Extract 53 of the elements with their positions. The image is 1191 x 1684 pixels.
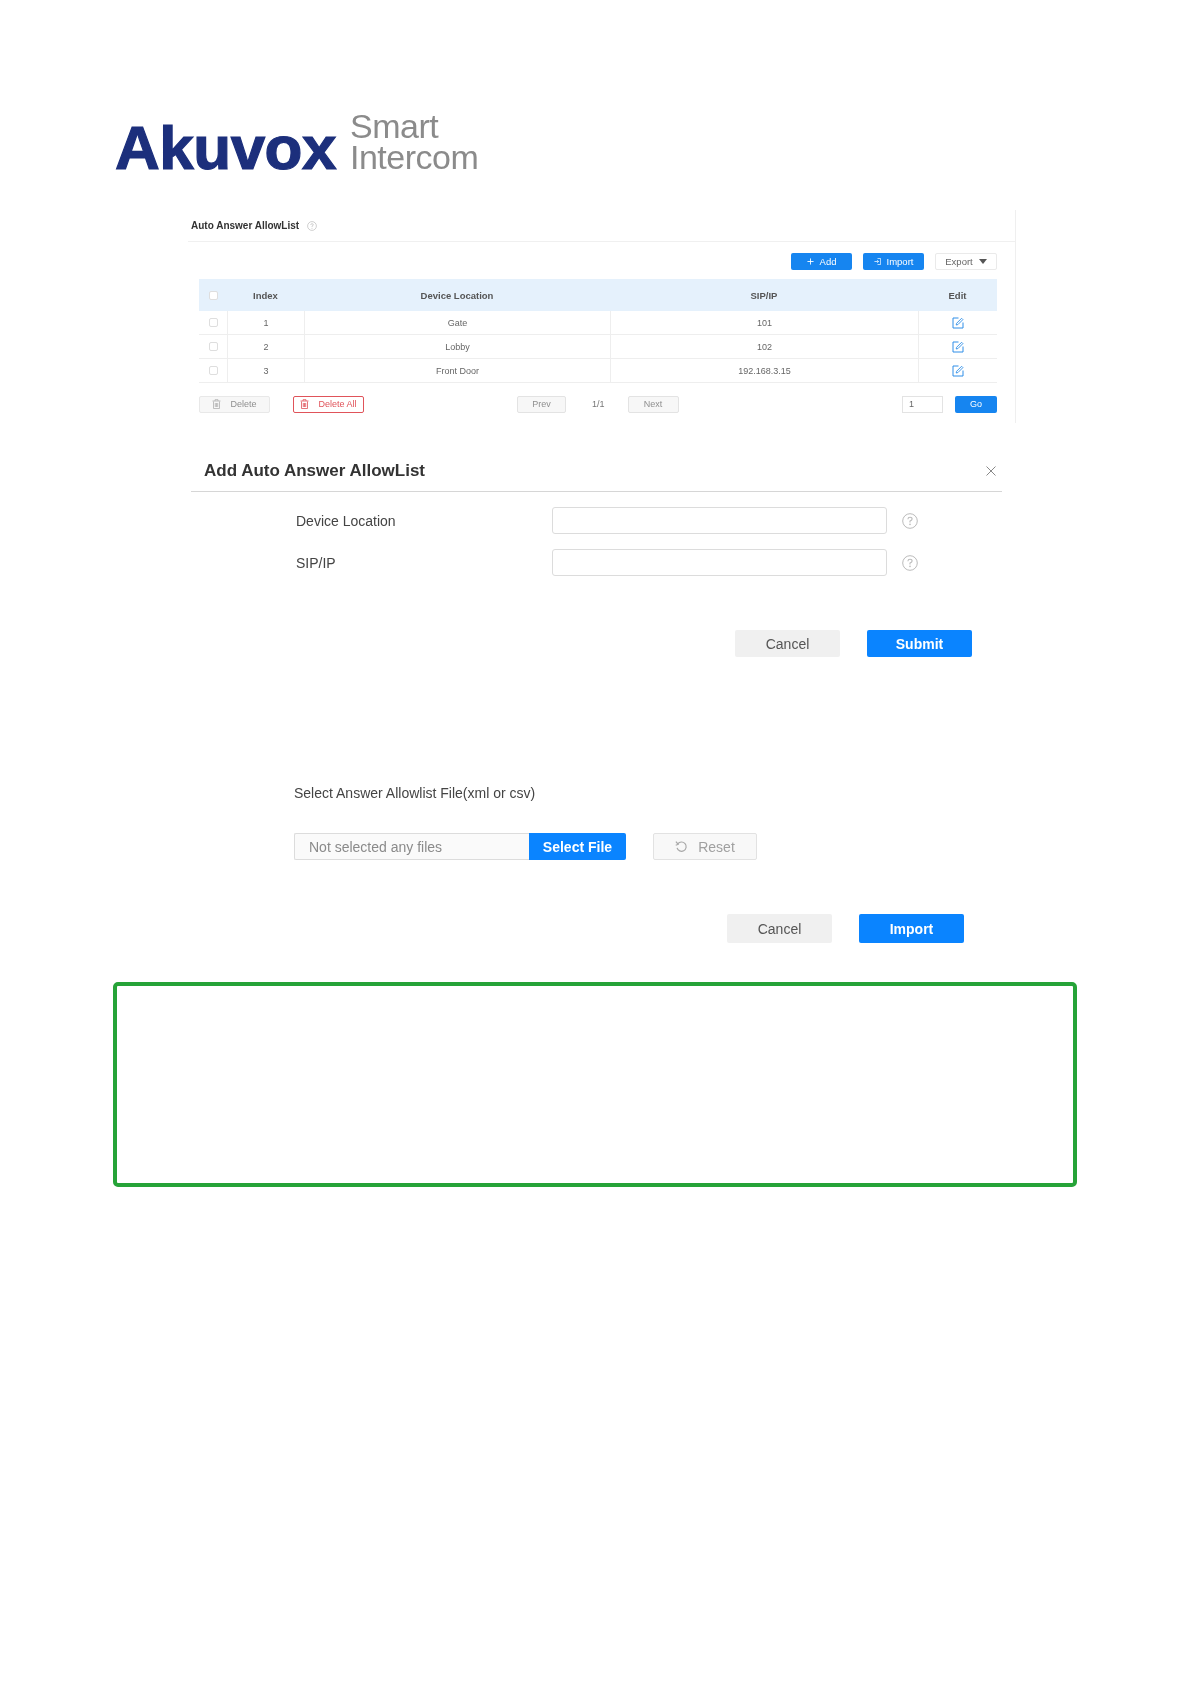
table-cell: 1 — [227, 311, 304, 334]
help-icon[interactable] — [902, 512, 918, 529]
help-icon[interactable] — [902, 554, 918, 571]
column-header: SIP/IP — [749, 289, 779, 301]
input-field[interactable] — [552, 549, 887, 576]
checkbox[interactable] — [208, 366, 218, 375]
caret-icon — [978, 259, 987, 264]
checkbox[interactable] — [208, 318, 218, 327]
checkbox[interactable] — [208, 290, 218, 300]
column-header: Edit — [947, 289, 968, 301]
confirm-button[interactable]: Submit — [867, 630, 972, 657]
panel-title: Auto Answer AllowList — [191, 220, 300, 231]
trash-icon — [212, 399, 222, 409]
add-button[interactable]: Add — [791, 253, 852, 270]
logo-tagline: Smart — [349, 111, 439, 142]
field-label: Device Location — [296, 512, 396, 529]
close-icon[interactable] — [986, 465, 996, 476]
checkbox[interactable] — [208, 342, 218, 351]
field-label: SIP/IP — [296, 554, 336, 571]
table-cell: 102 — [610, 335, 918, 358]
import-confirm-button[interactable]: Import — [859, 914, 964, 943]
import-button[interactable]: Import — [863, 253, 924, 270]
dialog-title: Add Auto Answer AllowList — [204, 460, 425, 481]
help-icon[interactable] — [307, 220, 318, 231]
export-button[interactable]: Export — [935, 253, 997, 270]
table-cell: 101 — [610, 311, 918, 334]
go-button[interactable]: Go — [955, 395, 997, 413]
column-header: Device Location — [419, 289, 495, 301]
plus-icon — [806, 258, 814, 265]
page-count: 1/1 — [592, 399, 605, 409]
table-cell: Front Door — [304, 359, 610, 382]
edit-icon[interactable] — [952, 364, 964, 377]
table-cell: 2 — [227, 335, 304, 358]
delete-all-button[interactable]: Delete All — [293, 395, 364, 413]
brand-name: Akuvox — [115, 123, 336, 173]
select-file-button[interactable]: Select File — [529, 833, 626, 860]
input-field[interactable] — [552, 507, 887, 534]
column-header: Index — [252, 289, 279, 301]
table-cell: Gate — [304, 311, 610, 334]
edit-icon[interactable] — [952, 340, 964, 353]
cancel-button[interactable]: Cancel — [735, 630, 840, 657]
trash-icon — [300, 399, 310, 409]
cancel-button[interactable]: Cancel — [727, 914, 832, 943]
import-icon — [873, 258, 881, 265]
reset-icon — [675, 840, 689, 853]
table-cell: 192.168.3.15 — [610, 359, 918, 382]
logo-tagline: Intercom — [349, 142, 479, 173]
import-label: Select Answer Allowlist File(xml or csv) — [294, 785, 536, 802]
file-name-field[interactable]: Not selected any files — [294, 833, 529, 860]
page-number-field[interactable]: 1 — [902, 395, 943, 413]
table-cell: Lobby — [304, 335, 610, 358]
table-cell: 3 — [227, 359, 304, 382]
edit-icon[interactable] — [952, 316, 964, 329]
